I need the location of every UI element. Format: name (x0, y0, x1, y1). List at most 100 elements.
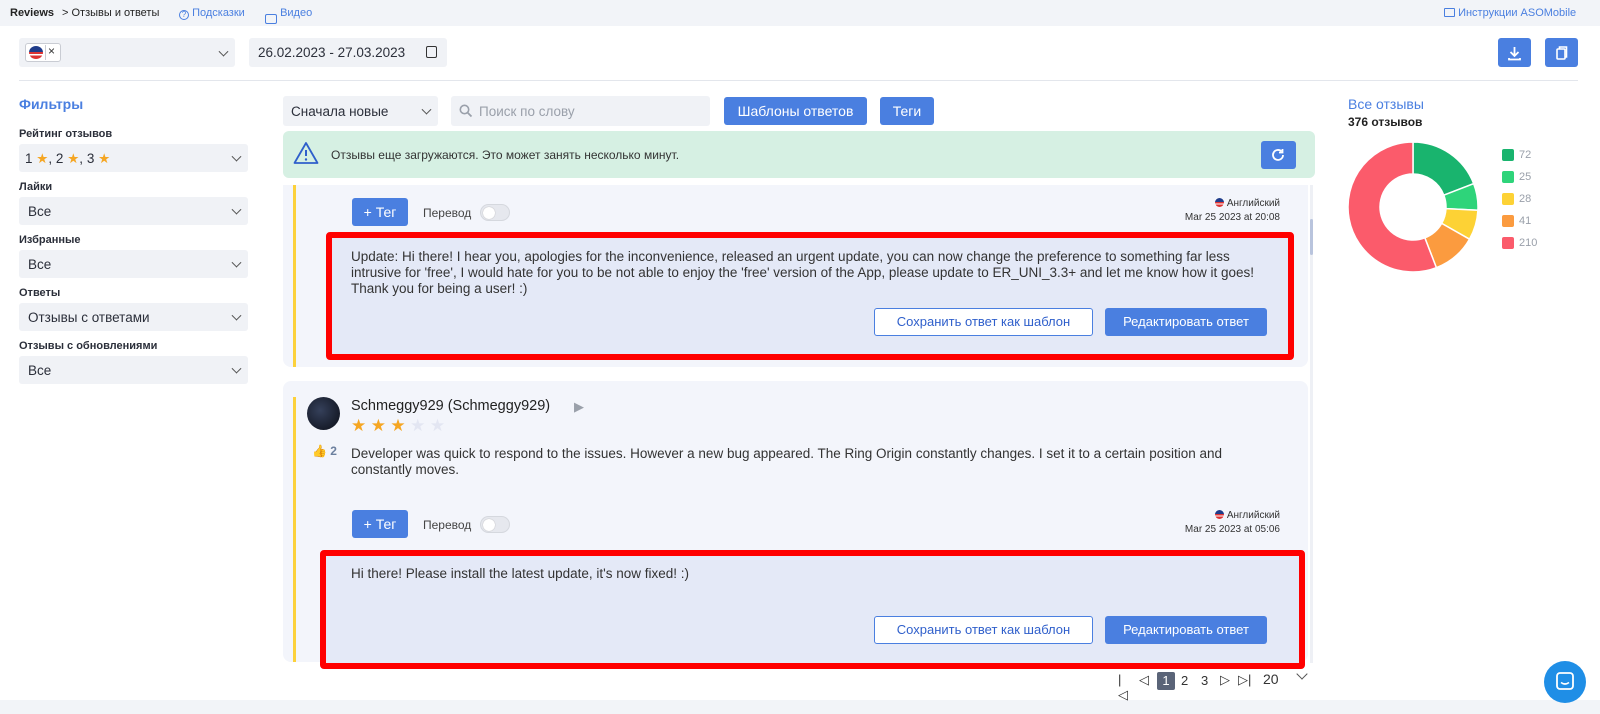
chip-divider (45, 45, 46, 60)
sort-select[interactable]: Сначала новые (283, 96, 438, 126)
chevron-down-icon (231, 363, 242, 374)
chevron-down-icon (231, 310, 242, 321)
search-input[interactable]: Поиск по слову (451, 96, 710, 126)
country-remove-button[interactable]: × (48, 44, 55, 58)
legend-item[interactable]: 72 (1502, 148, 1562, 162)
reply-highlight: Update: Hi there! I hear you, apologies … (326, 232, 1294, 360)
review-accent-bar (293, 185, 296, 367)
loading-notice: Отзывы еще загружаются. Это может занять… (283, 131, 1315, 178)
star-icon: ★ (67, 151, 80, 166)
top-bar: Reviews > Отзывы и ответы ? Подсказки Ви… (0, 0, 1600, 26)
legend-value: 72 (1519, 149, 1532, 161)
legend-item[interactable]: 210 (1502, 236, 1562, 250)
reply-text: Hi there! Please install the latest upda… (351, 566, 690, 581)
rating-filter-select[interactable]: 1 ★, 2 ★, 3 ★ (19, 144, 248, 172)
star-icon: ★ (36, 151, 49, 166)
review-author: Schmeggy929 (Schmeggy929) (351, 398, 551, 414)
download-button[interactable] (1498, 38, 1531, 67)
header-divider (19, 80, 1578, 81)
tags-button[interactable]: Теги (880, 97, 934, 125)
review-rating: ★ ★ ★ ★ ★ (351, 417, 445, 436)
next-page-icon[interactable]: ▷ (1220, 672, 1230, 688)
chevron-down-icon (231, 151, 242, 162)
warning-icon (293, 142, 319, 164)
reply-box: Hi there! Please install the latest upda… (326, 556, 1299, 663)
scrollbar-thumb[interactable] (1310, 219, 1313, 255)
breadcrumb-root[interactable]: Reviews (10, 7, 54, 19)
favorites-filter-label: Избранные (19, 234, 81, 246)
google-play-icon: ▶ (574, 399, 584, 414)
likes-filter-select[interactable]: Все (19, 197, 248, 225)
edit-reply-button[interactable]: Редактировать ответ (1105, 308, 1267, 336)
breadcrumb-current: > Отзывы и ответы (62, 7, 160, 19)
translate-toggle[interactable] (480, 204, 510, 221)
us-flag-icon (1215, 510, 1225, 519)
country-chip: × (25, 43, 61, 62)
reply-highlight: Hi there! Please install the latest upda… (320, 550, 1305, 669)
rating-donut-chart (1348, 141, 1478, 273)
translate-label: Перевод (423, 518, 472, 532)
video-link[interactable]: Видео (265, 7, 312, 24)
legend-item[interactable]: 25 (1502, 170, 1562, 184)
first-page-icon[interactable]: |◁ (1118, 672, 1128, 703)
legend-item[interactable]: 28 (1502, 192, 1562, 206)
country-select[interactable]: × (19, 38, 235, 67)
likes-filter-label: Лайки (19, 181, 53, 193)
chat-icon (1556, 672, 1574, 690)
answers-filter-value: Отзывы с ответами (28, 310, 150, 325)
favorites-filter-select[interactable]: Все (19, 250, 248, 278)
translate-label: Перевод (423, 206, 472, 220)
chevron-down-icon (421, 104, 432, 115)
rating-filter-label: Рейтинг отзывов (19, 128, 113, 140)
updates-filter-select[interactable]: Все (19, 356, 248, 384)
edit-reply-button[interactable]: Редактировать ответ (1105, 616, 1267, 644)
last-page-icon[interactable]: ▷| (1238, 672, 1251, 688)
page-2[interactable]: 2 (1181, 673, 1188, 688)
star-icon: ★ (370, 416, 386, 435)
chevron-down-icon (231, 257, 242, 268)
download-icon (1508, 47, 1521, 61)
calendar-icon (426, 46, 437, 58)
save-template-button[interactable]: Сохранить ответ как шаблон (874, 616, 1093, 644)
chat-button[interactable] (1544, 661, 1586, 703)
legend-value: 41 (1519, 215, 1532, 227)
star-icon: ★ (410, 416, 426, 435)
review-lang: Английский (1215, 510, 1280, 521)
star-icon: ★ (351, 416, 367, 435)
favorites-filter-value: Все (28, 257, 52, 272)
likes-filter-value: Все (28, 204, 52, 219)
answers-filter-select[interactable]: Отзывы с ответами (19, 303, 248, 331)
date-range-picker[interactable]: 26.02.2023 - 27.03.2023 (249, 38, 447, 67)
rating-filter-value: 1 ★, 2 ★, 3 ★ (25, 151, 111, 166)
question-icon: ? (179, 10, 189, 20)
updates-filter-label: Отзывы с обновлениями (19, 340, 158, 352)
add-tag-button[interactable]: + Тег (352, 510, 408, 538)
prev-page-icon[interactable]: ◁ (1139, 672, 1149, 688)
refresh-button[interactable] (1261, 141, 1296, 169)
search-icon (459, 104, 473, 118)
legend-item[interactable]: 41 (1502, 214, 1562, 228)
per-page-value: 20 (1263, 671, 1279, 687)
copy-button[interactable] (1545, 38, 1578, 67)
reply-box: Update: Hi there! I hear you, apologies … (332, 238, 1288, 354)
date-range-value: 26.02.2023 - 27.03.2023 (258, 45, 406, 60)
filters-title: Фильтры (19, 96, 84, 112)
review-likes: 👍 2 (312, 444, 337, 458)
page-1[interactable]: 1 (1157, 672, 1175, 690)
thumbs-up-icon: 👍 (312, 444, 327, 458)
instructions-link[interactable]: Инструкции ASOMobile (1444, 7, 1576, 19)
templates-button[interactable]: Шаблоны ответов (724, 97, 867, 125)
legend-swatch (1502, 215, 1514, 227)
sort-value: Сначала новые (291, 104, 389, 119)
summary-count: 376 отзывов (1348, 115, 1423, 129)
legend-value: 210 (1519, 237, 1538, 249)
add-tag-button[interactable]: + Тег (352, 198, 408, 226)
legend-swatch (1502, 149, 1514, 161)
legend-swatch (1502, 237, 1514, 249)
hints-link[interactable]: ? Подсказки (179, 7, 245, 20)
list-scrollbar[interactable] (1310, 185, 1313, 663)
refresh-icon (1272, 149, 1284, 161)
page-3[interactable]: 3 (1201, 673, 1208, 688)
save-template-button[interactable]: Сохранить ответ как шаблон (874, 308, 1093, 336)
translate-toggle[interactable] (480, 516, 510, 533)
